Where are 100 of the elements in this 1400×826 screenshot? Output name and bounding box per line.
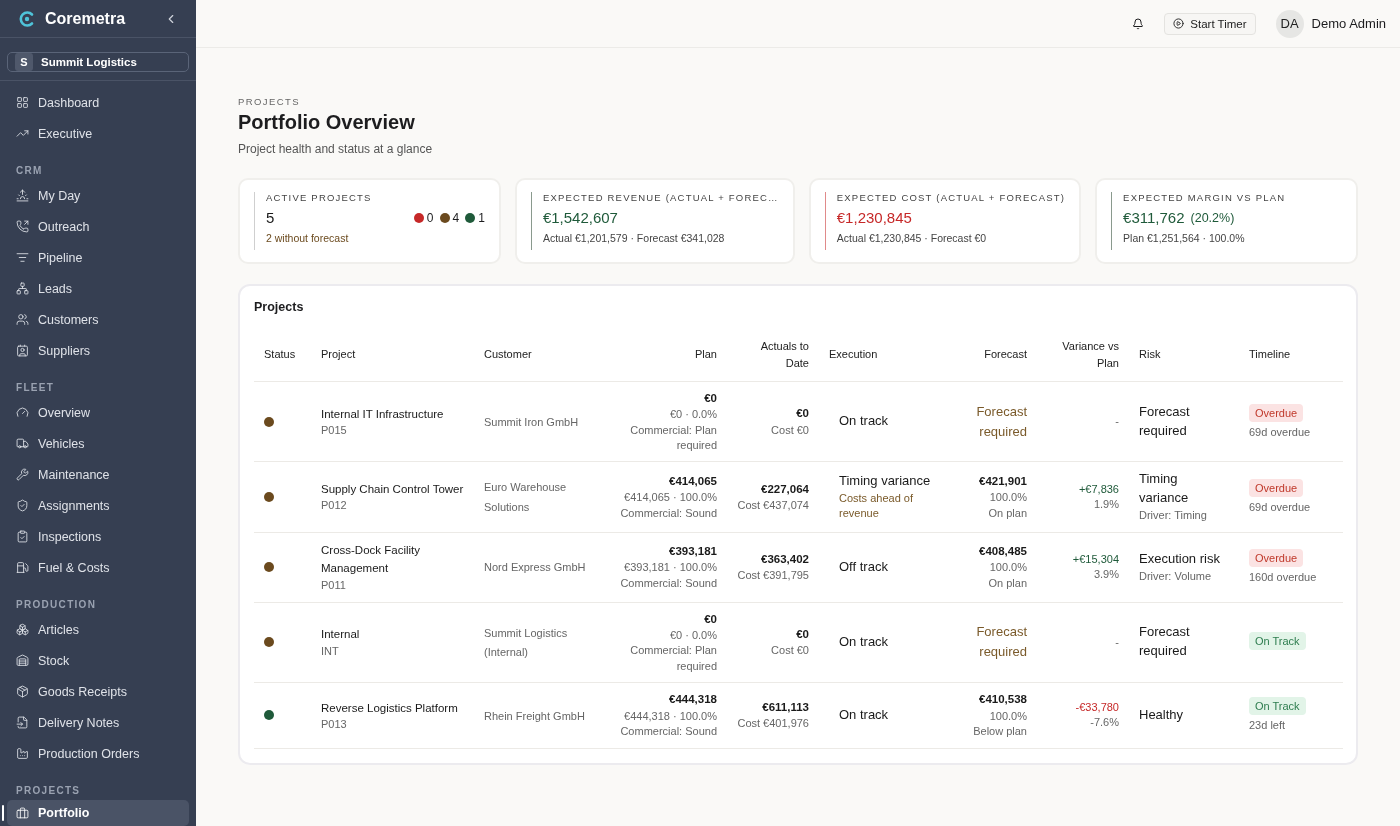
project-name: Cross-Dock Facility Management <box>321 542 422 577</box>
column-header: Actuals to Date <box>727 332 819 382</box>
section-title: FLEET <box>15 381 56 395</box>
variance-value: +€7,836 <box>1078 481 1119 497</box>
forecast-total: €408,485 <box>979 544 1027 559</box>
notification-icon[interactable] <box>1132 17 1145 30</box>
variance-value: - <box>1115 414 1119 429</box>
sidebar-item[interactable]: Executive <box>7 118 189 149</box>
section-title: CRM <box>15 164 44 178</box>
execution-status: Timing variance <box>839 472 931 491</box>
boxes-icon <box>16 623 29 636</box>
project-code: P015 <box>321 423 347 439</box>
sidebar-item[interactable]: Stock <box>7 645 189 676</box>
column-header: Customer <box>474 332 604 382</box>
variance-value: - <box>1115 634 1119 650</box>
trend-icon <box>16 127 29 140</box>
document-icon <box>16 716 29 729</box>
sidebar-item[interactable]: Goods Receipts <box>7 676 189 707</box>
sidebar-item[interactable]: Dashboard <box>7 87 189 118</box>
truck-icon <box>16 437 29 450</box>
customer-name: Rhein Freight GmbH <box>484 709 585 722</box>
project-name: Supply Chain Control Tower <box>321 482 464 498</box>
organization-selector[interactable]: S Summit Logistics <box>7 52 189 73</box>
execution-status: On track <box>839 412 889 431</box>
fuel-icon <box>16 561 29 574</box>
briefcase-icon <box>16 806 29 820</box>
forecast-percentage: 100.0% <box>989 708 1027 724</box>
plan-total: €393,181 <box>669 544 717 559</box>
customer-name: Euro Warehouse Solutions <box>484 481 567 513</box>
status-count: 1 <box>478 210 485 225</box>
user-name: Demo Admin <box>1311 16 1386 31</box>
sunrise-icon <box>16 189 29 202</box>
actuals-cost: Cost €391,795 <box>737 567 809 583</box>
risk-label: Healthy <box>1139 706 1184 724</box>
actuals-total: €363,402 <box>761 551 809 567</box>
timeline-note: 160d overdue <box>1249 569 1317 585</box>
start-timer-button[interactable]: Start Timer <box>1164 12 1256 35</box>
kpi-value: €311,762 <box>1123 209 1185 226</box>
plan-detail: €444,318 · 100.0% <box>624 708 717 724</box>
network-icon <box>16 282 29 295</box>
sidebar-item[interactable]: Assignments <box>7 490 189 521</box>
sidebar-item[interactable]: Maintenance <box>7 459 189 490</box>
sidebar-item[interactable]: Outreach <box>7 211 189 242</box>
sidebar-item[interactable]: Inspections <box>7 521 189 552</box>
plan-commercial: Commercial: Plan required <box>629 422 717 454</box>
column-header: Execution <box>819 332 957 382</box>
forecast-required: Forecast required <box>976 403 1027 439</box>
risk-label: Forecast required <box>1139 623 1191 661</box>
column-header: Status <box>254 332 311 382</box>
status-count: 4 <box>452 210 460 225</box>
kpi-note: Plan €1,251,564 · 100.0% <box>1123 232 1246 244</box>
user-avatar[interactable]: DA <box>1275 9 1304 38</box>
forecast-required: Forecast required <box>976 624 1027 660</box>
timeline-note: 69d overdue <box>1249 424 1311 440</box>
timeline-badge: Overdue <box>1249 478 1304 497</box>
selection-indicator <box>2 805 4 821</box>
sidebar-item[interactable]: My Day <box>7 180 189 211</box>
timeline-badge: On Track <box>1249 697 1306 716</box>
section-title: PRODUCTION <box>15 598 98 612</box>
panel-title: Projects <box>254 300 305 314</box>
sidebar-item[interactable]: Overview <box>7 397 189 428</box>
sidebar-item[interactable]: Suppliers <box>7 335 189 366</box>
clipboard-icon <box>16 530 29 543</box>
customer-name: Nord Express GmbH <box>484 561 586 574</box>
status-count: 0 <box>426 210 434 225</box>
variance-percentage: 3.9% <box>1093 567 1119 582</box>
column-header: Project <box>311 332 474 382</box>
sidebar-item[interactable]: Pipeline <box>7 242 189 273</box>
sidebar-item[interactable]: Fuel & Costs <box>7 552 189 583</box>
customer-name: Summit Iron GmbH <box>484 415 579 428</box>
plan-total: €0 <box>704 611 717 627</box>
sidebar-item[interactable]: Production Orders <box>7 738 189 769</box>
plan-commercial: Commercial: Plan required <box>629 643 717 674</box>
sidebar-item[interactable]: Vehicles <box>7 428 189 459</box>
sidebar-item[interactable]: Customers <box>7 304 189 335</box>
sidebar-item[interactable]: Delivery Notes <box>7 707 189 738</box>
actuals-cost: Cost €0 <box>771 422 809 438</box>
forecast-total: €410,538 <box>979 692 1027 708</box>
project-code: P013 <box>321 716 347 732</box>
plan-commercial: Commercial: Sound <box>620 575 717 591</box>
kpi-note: Actual €1,201,579 · Forecast €341,028 <box>542 232 726 244</box>
timeline-badge: On Track <box>1249 631 1306 650</box>
phone-icon <box>16 220 29 233</box>
risk-label: Execution risk <box>1139 549 1220 568</box>
variance-value: -€33,780 <box>1075 700 1119 716</box>
project-code: P011 <box>321 577 346 593</box>
execution-status: On track <box>839 706 889 724</box>
variance-percentage: -7.6% <box>1090 715 1119 731</box>
column-header: Timeline <box>1239 332 1343 382</box>
kpi-value: 5 <box>266 209 275 226</box>
timeline-note: 69d overdue <box>1249 499 1311 515</box>
kpi-value: €1,230,845 <box>836 209 912 226</box>
plan-detail: €393,181 · 100.0% <box>624 560 717 576</box>
users-icon <box>16 313 29 326</box>
sidebar-item[interactable]: Articles <box>7 614 189 645</box>
sidebar-item[interactable]: Portfolio <box>7 800 189 826</box>
variance-value: +€15,304 <box>1072 551 1119 567</box>
sidebar-item[interactable]: Leads <box>7 273 189 304</box>
actuals-cost: Cost €437,074 <box>737 497 809 513</box>
plan-total: €414,065 <box>669 473 717 489</box>
